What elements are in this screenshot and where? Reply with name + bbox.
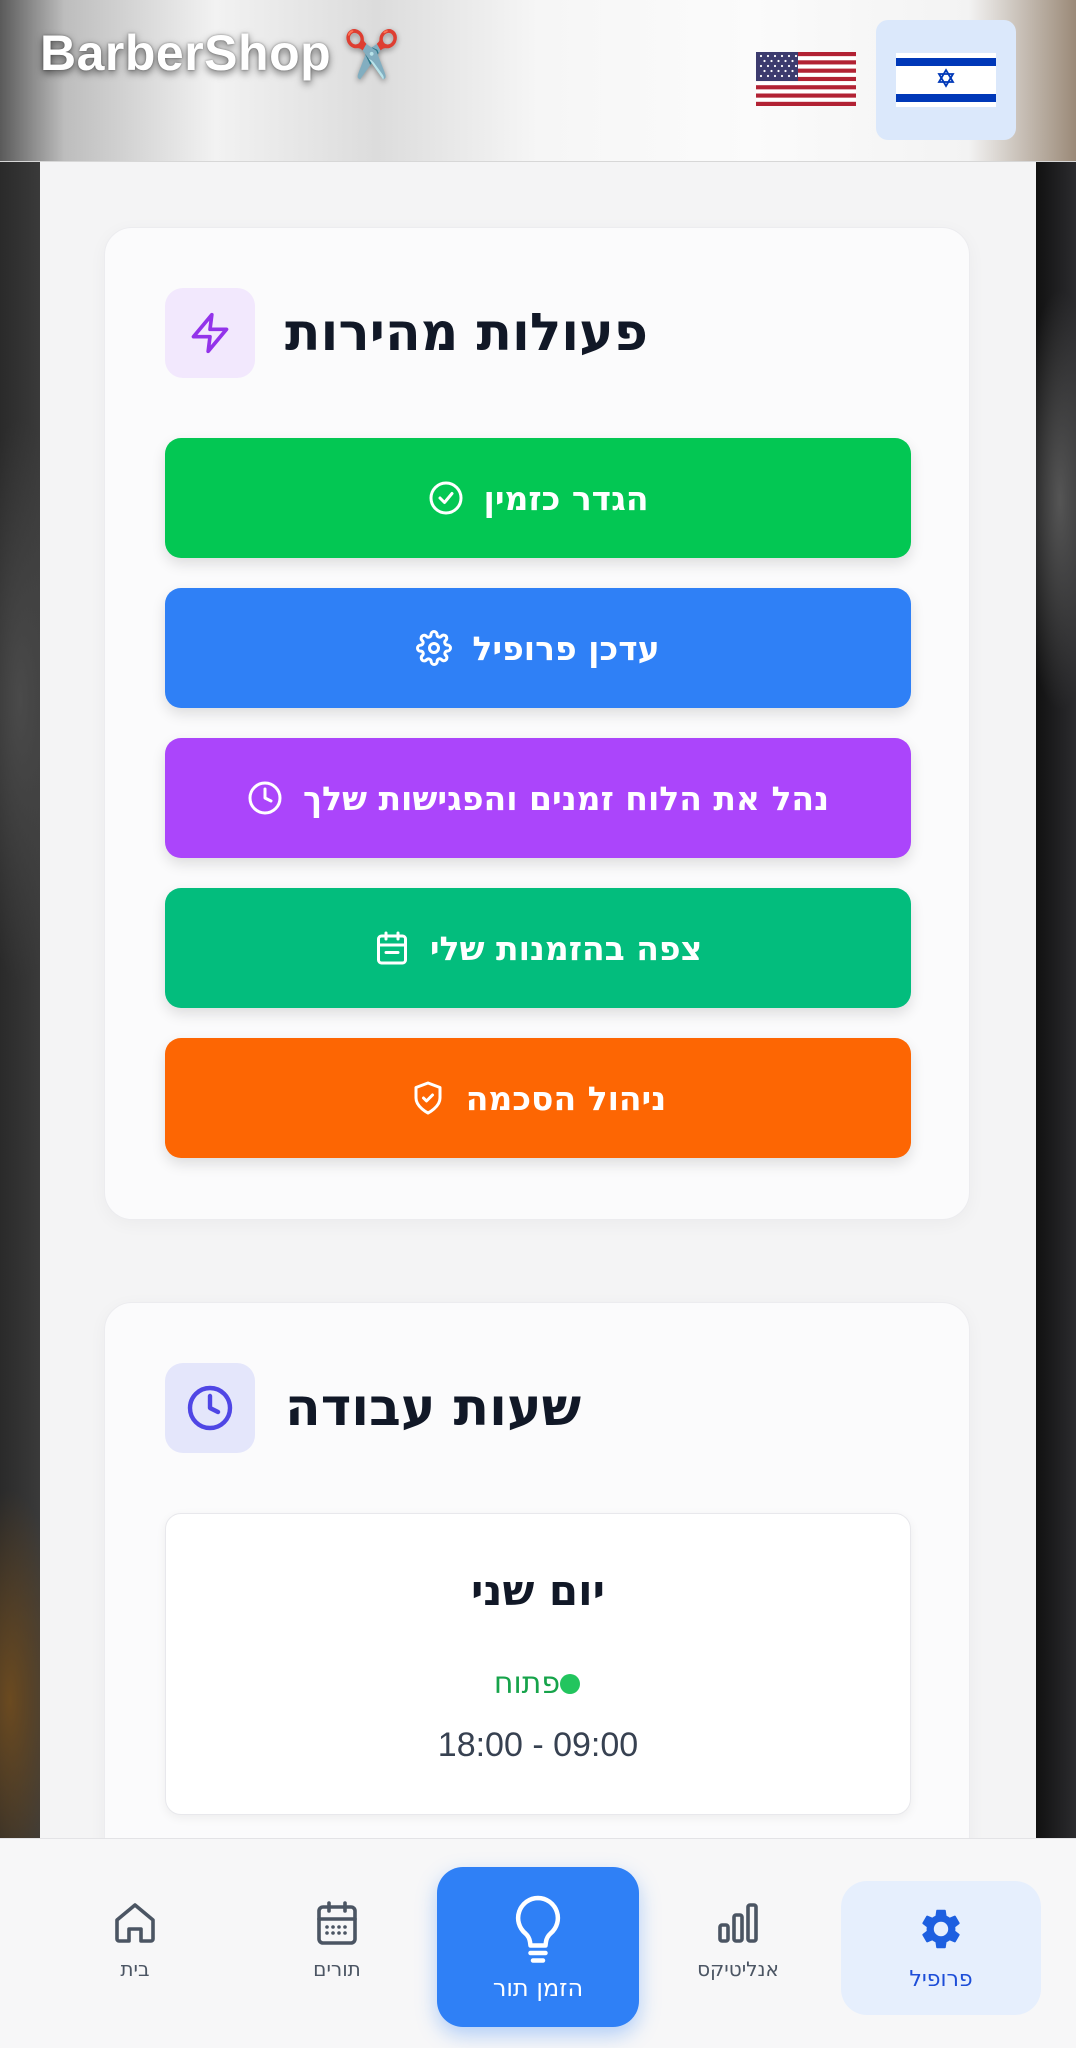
quick-actions-card: פעולות מהירות הגדר כזמין עדכן פרופיל נהל… xyxy=(104,227,970,1220)
home-icon xyxy=(115,1903,155,1943)
israel-flag-icon xyxy=(896,53,996,107)
view-bookings-button[interactable]: צפה בהזמנות שלי xyxy=(165,888,911,1008)
manage-schedule-button[interactable]: נהל את הלוח זמנים והפגישות שלך xyxy=(165,738,911,858)
nav-appointments-label: תורים xyxy=(313,1957,361,1981)
gear-icon xyxy=(922,1909,960,1948)
nav-profile[interactable]: פרופיל xyxy=(841,1881,1041,2015)
calendar-icon xyxy=(374,930,410,966)
nav-home[interactable]: בית xyxy=(60,1899,210,2009)
working-hours-title: שעות עבודה xyxy=(285,1378,582,1438)
day-name: יום שני xyxy=(471,1566,605,1615)
brand-logo[interactable]: BarberShop ✂️ xyxy=(40,24,401,82)
us-flag-icon[interactable] xyxy=(756,52,856,106)
lightning-icon xyxy=(165,288,255,378)
set-available-button[interactable]: הגדר כזמין xyxy=(165,438,911,558)
bar-chart-icon xyxy=(718,1903,758,1943)
quick-actions-header: פעולות מהירות xyxy=(165,288,648,378)
top-header: BarberShop ✂️ xyxy=(0,0,1076,162)
israel-flag-button[interactable] xyxy=(876,20,1016,140)
day-status: פתוח xyxy=(166,1666,910,1701)
brand-name: BarberShop xyxy=(40,25,332,81)
nav-analytics-label: אנליטיקס xyxy=(697,1957,779,1981)
nav-home-label: בית xyxy=(120,1957,150,1981)
bottom-nav: בית תורים הזמן תור אנליטיקס פרופיל xyxy=(0,1838,1076,2048)
nav-book-appointment-button[interactable]: הזמן תור xyxy=(437,1867,639,2027)
consent-management-button[interactable]: ניהול הסכמה xyxy=(165,1038,911,1158)
lightbulb-icon xyxy=(515,1895,561,1963)
set-available-label: הגדר כזמין xyxy=(483,478,649,518)
day-card-monday: יום שני פתוח 18:00 - 09:00 xyxy=(165,1513,911,1815)
check-circle-icon xyxy=(428,480,464,516)
clock-icon xyxy=(247,780,283,816)
nav-book-label: הזמן תור xyxy=(492,1974,584,2002)
main-panel: פעולות מהירות הגדר כזמין עדכן פרופיל נהל… xyxy=(40,162,1036,1942)
shield-check-icon xyxy=(410,1080,446,1116)
view-bookings-label: צפה בהזמנות שלי xyxy=(429,928,703,968)
calendar-icon xyxy=(317,1901,357,1945)
consent-management-label: ניהול הסכמה xyxy=(465,1078,667,1118)
day-hours: 18:00 - 09:00 xyxy=(437,1726,639,1764)
update-profile-label: עדכן פרופיל xyxy=(472,628,660,668)
nav-appointments[interactable]: תורים xyxy=(262,1899,412,2009)
manage-schedule-label: נהל את הלוח זמנים והפגישות שלך xyxy=(302,778,830,818)
nav-profile-label: פרופיל xyxy=(909,1966,973,1992)
clock-icon xyxy=(165,1363,255,1453)
nav-analytics[interactable]: אנליטיקס xyxy=(663,1899,813,2009)
status-dot-icon xyxy=(560,1673,581,1694)
quick-actions-title: פעולות מהירות xyxy=(285,303,648,363)
scissors-icon: ✂️ xyxy=(343,28,401,80)
gear-icon xyxy=(416,630,453,666)
working-hours-header: שעות עבודה xyxy=(165,1363,581,1453)
status-text: פתוח xyxy=(493,1666,561,1701)
update-profile-button[interactable]: עדכן פרופיל xyxy=(165,588,911,708)
